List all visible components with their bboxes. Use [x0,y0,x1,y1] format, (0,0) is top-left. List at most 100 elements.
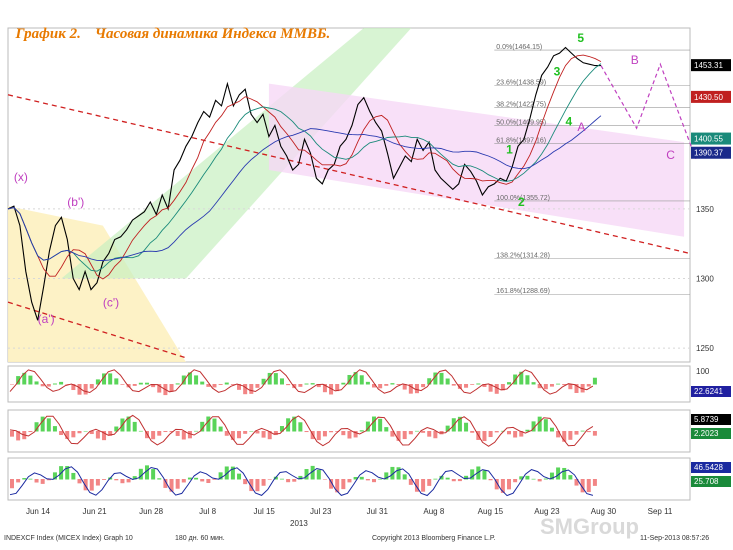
x-tick-label: Jun 14 [26,507,51,516]
indicator-bar [470,384,475,385]
indicator-bar [71,431,76,438]
footer-copyright: Copyright 2013 Bloomberg Finance L.P. [372,535,496,542]
indicator-bar [378,478,383,480]
indicator-bar [28,375,33,385]
indicator-bar [77,479,82,484]
chart-title-label: График 2. [15,26,81,42]
indicator-bar [273,373,278,385]
indicator-bar [249,384,254,394]
indicator-bar [322,431,327,437]
fib-label: 161.8%(1288.69) [496,288,550,295]
wave-label: C [666,148,675,162]
indicator-readout: 22.6241 [694,387,723,396]
indicator-bar [531,478,536,480]
indicator-bar [549,427,554,432]
indicator-bar [586,431,591,433]
indicator-bar [138,382,143,385]
indicator-bar [10,384,14,385]
indicator-bar [267,479,272,480]
indicator-bar [347,431,352,439]
indicator-bar [52,426,57,432]
indicator-bar [108,373,113,385]
indicator-bar [175,431,180,436]
x-tick-label: Sep 11 [648,507,673,516]
indicator-bar [255,431,260,434]
indicator-bar [464,422,469,432]
indicator-bar [157,478,162,480]
indicator-bar [476,383,481,385]
indicator-bar [322,479,327,480]
indicator-bar [525,475,530,480]
indicator-bar [316,469,321,480]
indicator-bar [543,478,548,480]
indicator-bar [525,375,530,385]
indicator-bar [10,479,14,489]
indicator-bar [482,470,487,480]
indicator-bar [513,431,518,438]
indicator-bar [181,479,186,483]
indicator-bar [568,384,573,390]
indicator-bar [592,377,597,385]
indicator-bar [22,478,27,480]
indicator-bar [421,384,426,388]
price-tag-label: 1453.31 [694,61,723,70]
indicator-bar [488,479,493,481]
indicator-bar [237,431,242,439]
indicator-bar [359,430,364,432]
indicator-bar [507,382,512,385]
indicator-bar [470,431,475,433]
indicator-bar [414,384,419,394]
x-tick-label: Jul 8 [199,507,216,516]
indicator-bar [89,384,94,389]
chart-svg: 1250130013500.0%(1464.15)23.6%(1438.59)3… [4,27,731,542]
indicator-bar [378,418,383,432]
indicator-bar [194,430,199,432]
indicator-bar [83,430,88,432]
indicator-bar [482,431,487,442]
indicator-bar [408,431,413,435]
fib-label: 138.2%(1314.28) [496,253,550,260]
indicator-bar [402,431,407,440]
indicator-bar [16,479,21,483]
indicator-bar [120,384,125,385]
indicator-bar [10,431,14,437]
indicator-bar [457,479,462,482]
indicator-bar [586,384,591,387]
indicator-bar [543,384,548,390]
indicator-bar [329,431,334,433]
indicator-bar [59,381,64,385]
x-tick-label: Jul 23 [310,507,332,516]
indicator-bar [592,431,597,436]
price-tag-label: 1430.50 [694,93,723,102]
indicator-bar [286,479,291,483]
indicator-bar [414,430,419,432]
indicator-bar [580,430,585,432]
chart-title-text: Часовая динамика Индекса ММВБ. [94,26,331,42]
indicator-tick: 100 [696,367,710,376]
indicator-bar [34,381,39,385]
fib-label: 50.0%(1409.95) [496,119,546,126]
indicator-readout: 46.5428 [694,463,723,472]
indicator-bar [59,431,64,436]
indicator-bar [261,479,266,486]
indicator-bar [592,479,597,486]
indicator-bar [574,431,579,435]
wave-label: 1 [506,142,513,156]
indicator-bar [286,384,291,386]
indicator-bar [212,418,217,432]
chart-title: График 2. Часовая динамика Индекса ММВБ. [8,9,344,43]
x-tick-label: Jun 21 [83,507,108,516]
indicator-bar [28,478,33,480]
indicator-bar [464,384,469,388]
indicator-bar [396,467,401,480]
indicator-bar [372,416,377,432]
indicator-bar [206,479,211,484]
indicator-bar [341,479,346,490]
indicator-bar [83,384,88,395]
indicator-bar [279,478,284,480]
indicator-bar [298,422,303,432]
indicator-bar [114,378,119,385]
indicator-bar [316,431,321,441]
indicator-bar [181,431,186,440]
indicator-bar [445,378,450,385]
